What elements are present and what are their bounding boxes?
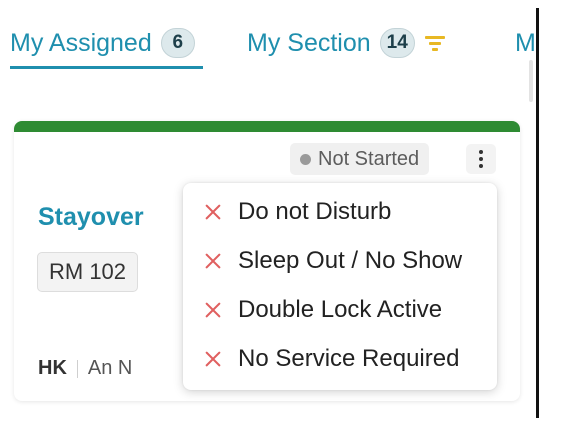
status-dot-icon xyxy=(300,153,311,165)
status-text: Not Started xyxy=(318,147,420,170)
tab-label: M xyxy=(515,28,536,57)
divider xyxy=(76,359,78,378)
room-number-chip: RM 102 xyxy=(37,252,139,292)
tab-my-section[interactable]: My Section 14 xyxy=(247,26,445,60)
count-badge: 6 xyxy=(160,28,195,58)
tab-truncated[interactable]: M xyxy=(515,26,536,60)
close-icon xyxy=(205,302,221,318)
status-badge: Not Started xyxy=(290,143,430,175)
menu-item-no-service-required[interactable]: No Service Required xyxy=(183,336,497,382)
department-label: HK xyxy=(38,357,67,379)
card-footer: HK An N xyxy=(38,357,132,380)
housekeeping-screen: My Assigned 6 My Section 14 M Not Starte… xyxy=(0,0,565,425)
menu-item-label: Sleep Out / No Show xyxy=(238,247,463,274)
close-icon xyxy=(205,204,221,220)
more-options-button[interactable] xyxy=(466,144,496,174)
menu-item-do-not-disturb[interactable]: Do not Disturb xyxy=(183,189,497,235)
tab-label: My Assigned xyxy=(10,28,152,57)
menu-item-label: Do not Disturb xyxy=(238,198,392,225)
menu-item-double-lock-active[interactable]: Double Lock Active xyxy=(183,287,497,333)
room-options-menu: Do not Disturb Sleep Out / No Show Doubl… xyxy=(183,183,497,390)
count-badge: 14 xyxy=(379,28,415,58)
assignee-name: An N xyxy=(87,357,133,379)
close-icon xyxy=(205,351,221,367)
window-edge xyxy=(536,8,539,418)
filter-icon[interactable] xyxy=(424,35,445,51)
kebab-dot-icon xyxy=(479,164,483,168)
status-color-bar xyxy=(14,121,520,132)
menu-item-label: No Service Required xyxy=(238,345,460,372)
tab-bar: My Assigned 6 My Section 14 M xyxy=(0,18,536,68)
scrollbar-thumb[interactable] xyxy=(529,60,533,102)
menu-item-label: Double Lock Active xyxy=(238,296,443,323)
menu-item-sleep-out-no-show[interactable]: Sleep Out / No Show xyxy=(183,238,497,284)
kebab-dot-icon xyxy=(479,157,483,161)
kebab-dot-icon xyxy=(479,150,483,154)
close-icon xyxy=(205,253,221,269)
active-tab-indicator xyxy=(10,66,203,69)
tab-my-assigned[interactable]: My Assigned 6 xyxy=(10,26,195,60)
tab-label: My Section xyxy=(247,28,371,57)
room-type-title: Stayover xyxy=(38,203,144,231)
